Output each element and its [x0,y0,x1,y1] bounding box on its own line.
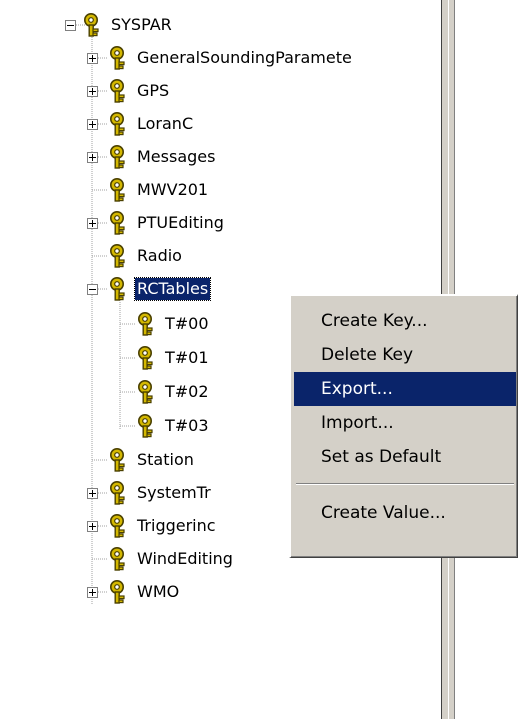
menu-item-create-key[interactable]: Create Key... [294,304,516,338]
tree-node-loranc[interactable]: LoranC [108,111,195,137]
tree-node-label: GeneralSoundingParamete [137,48,352,67]
tree-node-label: GPS [137,81,170,100]
tree-node-systemtr[interactable]: SystemTr [108,480,213,506]
tree-node-station[interactable]: Station [108,447,196,473]
tree-node-label: T#01 [165,348,209,367]
registry-key-icon [108,144,132,170]
context-menu: Create Key... Delete Key Export... Impor… [289,294,518,558]
tree-node-label: T#00 [165,314,209,333]
tree-node-label: Messages [137,147,216,166]
expand-plus-icon[interactable] [87,521,98,532]
tree-node-syspar[interactable]: SYSPAR [82,12,174,38]
registry-key-icon [108,177,132,203]
tree-node-label: LoranC [137,114,194,133]
tree-node-label: WindEditing [137,549,233,568]
tree-node-label: MWV201 [137,180,209,199]
tree-node-radio[interactable]: Radio [108,243,184,269]
tree-node-mwv201[interactable]: MWV201 [108,177,210,203]
registry-key-icon [108,480,132,506]
menu-item-set-as-default[interactable]: Set as Default [294,440,516,474]
registry-key-icon [82,12,106,38]
tree-node-ptuediting[interactable]: PTUEditing [108,210,226,236]
menu-item-export[interactable]: Export... [294,372,516,406]
menu-item-import[interactable]: Import... [294,406,516,440]
expand-plus-icon[interactable] [87,86,98,97]
tree-node-t-00[interactable]: T#00 [136,311,211,337]
tree-node-label: WMO [137,582,180,601]
expand-plus-icon[interactable] [87,119,98,130]
registry-key-icon [136,345,160,371]
expand-plus-icon[interactable] [87,218,98,229]
expand-plus-icon[interactable] [87,152,98,163]
registry-key-icon [108,276,132,302]
tree-node-generalsoundingparamete[interactable]: GeneralSoundingParamete [108,45,354,71]
collapse-minus-icon[interactable] [87,284,98,295]
tree-node-label: PTUEditing [137,213,224,232]
collapse-minus-icon[interactable] [65,20,76,31]
tree-node-label: T#03 [165,416,209,435]
tree-node-triggerinc[interactable]: Triggerinc [108,513,218,539]
tree-node-label: Radio [137,246,182,265]
registry-key-icon [108,243,132,269]
tree-node-label: Station [137,450,194,469]
tree-node-t-02[interactable]: T#02 [136,379,211,405]
tree-node-label: T#02 [165,382,209,401]
registry-key-icon [108,579,132,605]
tree-node-windediting[interactable]: WindEditing [108,546,235,572]
registry-key-icon [108,546,132,572]
tree-node-label: SYSPAR [111,15,172,34]
menu-item-delete-key[interactable]: Delete Key [294,338,516,372]
tree-node-label: RCTables [133,277,212,301]
tree-node-t-03[interactable]: T#03 [136,413,211,439]
tree-node-gps[interactable]: GPS [108,78,171,104]
menu-item-create-value[interactable]: Create Value... [294,496,516,530]
tree-node-t-01[interactable]: T#01 [136,345,211,371]
tree-node-rctables[interactable]: RCTables [108,276,212,302]
menu-separator [296,483,514,485]
expand-plus-icon[interactable] [87,53,98,64]
registry-key-icon [136,311,160,337]
tree-node-messages[interactable]: Messages [108,144,217,170]
expand-plus-icon[interactable] [87,488,98,499]
tree-node-label: Triggerinc [137,516,216,535]
tree-node-wmo[interactable]: WMO [108,579,181,605]
expand-plus-icon[interactable] [87,587,98,598]
registry-key-icon [108,210,132,236]
registry-key-icon [108,45,132,71]
registry-key-icon [108,513,132,539]
registry-key-icon [108,447,132,473]
tree-node-label: SystemTr [137,483,211,502]
registry-key-icon [136,379,160,405]
registry-key-icon [108,78,132,104]
registry-key-icon [108,111,132,137]
registry-key-icon [136,413,160,439]
